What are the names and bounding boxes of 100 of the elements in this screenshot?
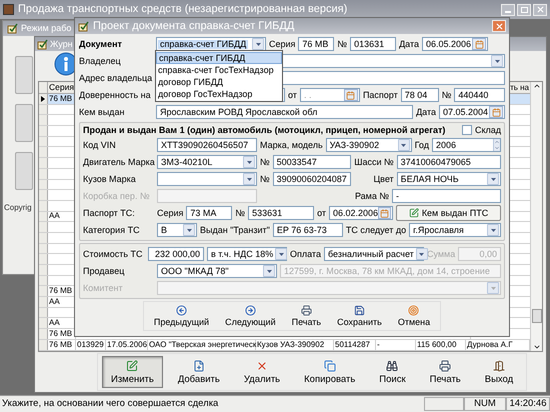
dialog-button[interactable]: Предыдущий [150,303,214,329]
spin-arrows-icon[interactable] [493,139,500,151]
issued-by-button[interactable]: Кем выдан ПТС [396,205,501,221]
scrollbar[interactable] [530,82,542,350]
combo-box[interactable]: в т.ч. НДС 18% [207,247,287,261]
row-header-cell[interactable] [39,276,48,286]
dropdown-button[interactable] [263,265,275,277]
row-header-cell[interactable] [39,318,48,328]
close-button[interactable] [492,20,506,32]
row-header-cell[interactable] [39,115,48,126]
dropdown-button[interactable] [275,248,288,260]
toolbar-button[interactable]: Печать [420,356,470,388]
text-field[interactable]: 73 MA [186,206,232,220]
field-label: Серия [157,208,184,218]
row-header-cell[interactable] [39,168,48,178]
row-header-cell[interactable] [39,308,48,318]
text-field[interactable]: - [392,189,501,203]
dropdown-button[interactable] [487,224,499,236]
row-header-cell[interactable] [39,94,48,104]
num-lock-indicator: NUM [464,397,506,411]
toolbar-button[interactable]: Поиск [370,356,415,388]
dropdown-option[interactable]: договор ГИБДД [156,76,282,88]
mode-panel[interactable] [15,56,33,94]
dropdown-button[interactable] [243,156,255,168]
text-field[interactable]: 232 000,00 [148,247,204,261]
dialog-button[interactable]: Сохранить [333,303,386,329]
text-field[interactable]: XTT39090260456507 [157,138,257,152]
close-button[interactable] [533,4,547,16]
warehouse-checkbox[interactable]: Склад [462,125,501,135]
row-header-cell[interactable] [39,190,48,200]
calendar-button[interactable] [472,38,486,50]
calendar-button[interactable] [489,106,503,118]
text-field[interactable]: 013631 [350,37,396,51]
dropdown-button[interactable] [491,55,503,67]
field-label: Комитент [83,284,124,292]
dropdown-option[interactable]: справка-счет ГИБДД [156,52,282,64]
text-field[interactable]: 50033547 [272,155,351,169]
toolbar-button[interactable]: Добавить [168,356,229,388]
combo-box[interactable]: ЗМЗ-40210L [157,155,257,169]
calendar-button[interactable] [344,89,358,101]
dialog-button[interactable]: Следующий [221,303,280,329]
mode-panel[interactable] [15,104,33,142]
row-header-cell[interactable] [39,329,48,339]
row-header-cell[interactable] [39,212,48,222]
row-header-cell[interactable] [39,297,48,307]
mode-panel[interactable] [15,152,33,190]
dropdown-button[interactable] [243,173,255,185]
dialog-button[interactable]: Печать [288,303,326,329]
table-row[interactable]: 76 MB 013929 17.05.2006 ОАО "Тверская энергетическКузов УАЗ-390902 50114287 - 115 600,00 Дурнова А.Г [39,340,530,350]
dialog-button[interactable]: Отмена [394,303,434,329]
text-field[interactable]: 76 MB [298,37,334,51]
text-field[interactable]: Ярославским РОВД Ярославской обл [156,105,414,119]
dropdown-button[interactable] [398,139,410,151]
row-header-cell[interactable] [39,180,48,190]
row-header-cell[interactable] [39,126,48,136]
row-header-cell[interactable] [39,222,48,232]
row-header-cell[interactable] [39,158,48,168]
scroll-thumb[interactable] [532,308,542,322]
dropdown-button[interactable] [183,224,195,236]
text-field[interactable]: 37410060479065 [396,155,501,169]
minimize-button[interactable] [501,4,515,16]
dropdown-option[interactable]: справка-счет ГосТехНадзор [156,64,282,76]
calendar-button[interactable] [378,207,392,219]
dropdown-option[interactable]: договор ГосТехНадзор [156,88,282,100]
text-field[interactable]: EP 76 63-73 [272,223,343,237]
row-header-cell[interactable] [39,104,48,114]
combo-box[interactable]: B [157,223,197,237]
row-header-cell[interactable] [39,147,48,158]
date-field[interactable]: 06.05.2006 [422,37,488,51]
row-header-cell[interactable] [39,286,48,296]
combo-box[interactable]: г.Ярославля [409,223,501,237]
dropdown-button[interactable] [487,173,499,185]
text-field[interactable]: 78 04 [400,88,439,102]
row-header-cell[interactable] [39,340,48,350]
row-header-cell[interactable] [39,136,48,146]
date-field[interactable]: 06.02.2006 [329,206,394,220]
row-header-cell[interactable] [39,265,48,275]
maximize-button[interactable] [517,4,531,16]
row-header-cell[interactable] [39,200,48,211]
toolbar-button[interactable]: Удалить [234,356,290,388]
row-header-cell[interactable] [39,232,48,243]
dropdown-button[interactable] [416,248,428,260]
combo-box[interactable]: справка-счет ГИБДД [156,37,266,51]
row-header-cell[interactable] [39,244,48,254]
text-field[interactable]: 533631 [248,206,314,220]
text-field[interactable]: 39090060204087 [272,172,351,186]
checkbox[interactable] [462,125,472,135]
date-field[interactable]: 07.05.2004 [439,105,505,119]
dropdown-button[interactable] [252,38,264,50]
caret-icon [266,270,272,272]
combo-box[interactable]: УАЗ-390902 [326,138,412,152]
spin-field[interactable]: 2006 [432,138,501,152]
combo-box[interactable]: БЕЛАЯ НОЧЬ [396,172,501,186]
text-field[interactable]: 440440 [454,88,505,102]
toolbar-button[interactable]: Изменить [102,356,163,388]
toolbar-button[interactable]: Копировать [295,356,364,388]
toolbar-button[interactable]: Выход [476,356,522,388]
binoculars-icon [386,360,398,372]
row-header-cell[interactable] [39,254,48,264]
combo-box[interactable]: ООО "МКАД 78" [157,264,277,278]
